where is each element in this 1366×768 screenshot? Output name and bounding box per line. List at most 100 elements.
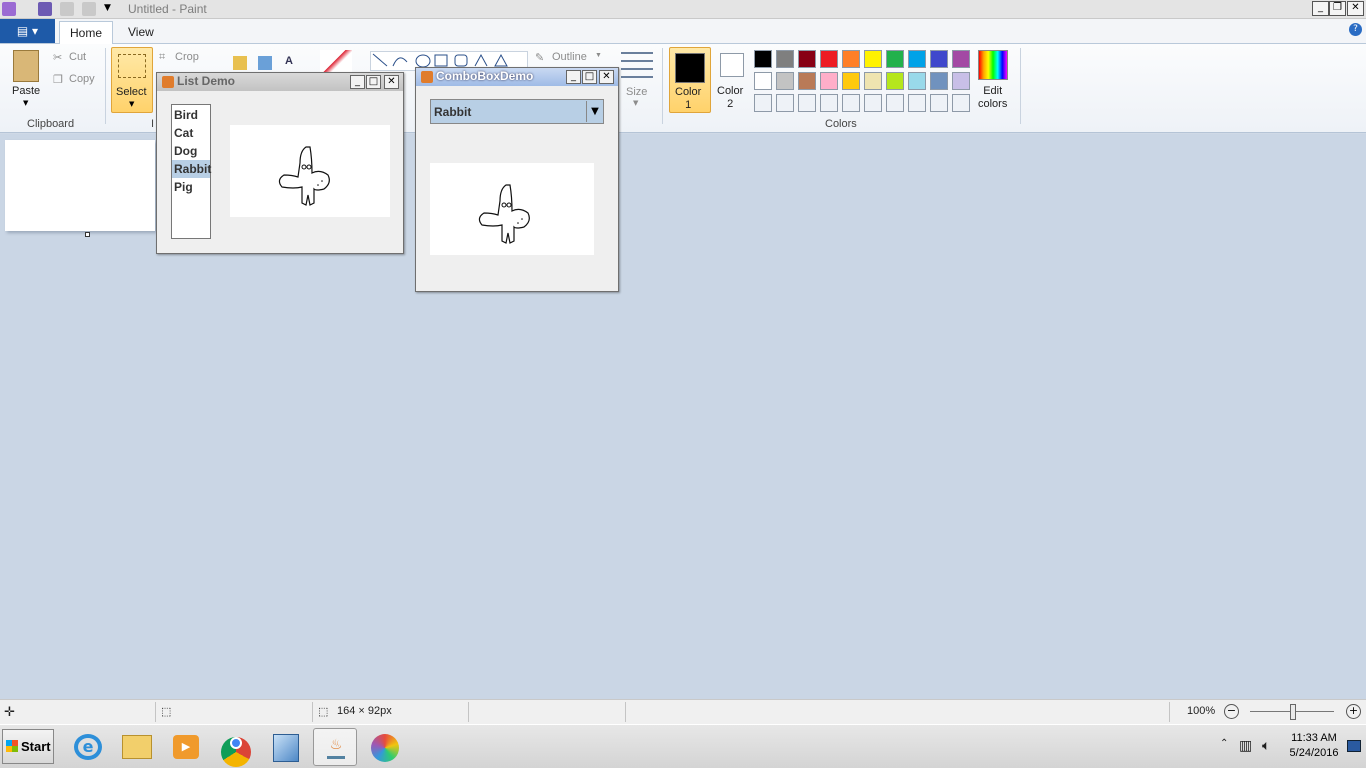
internet-explorer-icon[interactable]: e — [66, 728, 110, 766]
select-button[interactable]: Select ▼ — [111, 47, 153, 113]
combo-demo-close-button[interactable]: ✕ — [599, 70, 614, 84]
zoom-out-button[interactable]: − — [1224, 704, 1239, 719]
tab-view[interactable]: View — [118, 21, 164, 45]
palette-color-swatch[interactable] — [842, 72, 860, 90]
palette-color-swatch[interactable] — [908, 50, 926, 68]
palette-color-swatch[interactable] — [798, 50, 816, 68]
combo-demo-maximize-button[interactable]: □ — [582, 70, 597, 84]
chrome-icon[interactable] — [214, 728, 258, 767]
color2-label[interactable]: Color 2 — [717, 85, 743, 111]
paste-dropdown-icon[interactable]: ▼ — [23, 99, 28, 107]
undo-icon[interactable] — [60, 2, 74, 16]
show-hidden-icons[interactable]: ⌃ — [1220, 738, 1228, 749]
list-item[interactable]: Cat — [172, 124, 210, 142]
list-demo-minimize-button[interactable]: _ — [350, 75, 365, 89]
close-button[interactable]: ✕ — [1347, 1, 1364, 16]
save-icon[interactable] — [38, 2, 52, 16]
palette-color-swatch[interactable] — [798, 72, 816, 90]
paste-label[interactable]: Paste — [12, 85, 40, 97]
palette-color-swatch[interactable] — [820, 72, 838, 90]
animal-list[interactable]: Bird Cat Dog Rabbit Pig — [171, 104, 211, 239]
custom-color-slot[interactable] — [952, 94, 970, 112]
help-icon[interactable]: ? — [1349, 23, 1362, 36]
java-icon — [421, 71, 433, 83]
crop-button[interactable]: Crop — [175, 51, 199, 63]
color-palette — [754, 48, 974, 114]
list-item-selected[interactable]: Rabbit — [172, 160, 211, 178]
custom-color-slot[interactable] — [776, 94, 794, 112]
fill-icon[interactable] — [258, 56, 272, 70]
volume-icon[interactable]: 🔈︎ — [1262, 737, 1270, 754]
restore-button[interactable]: ❐ — [1329, 1, 1346, 16]
minimize-button[interactable]: _ — [1312, 1, 1329, 16]
list-item[interactable]: Bird — [172, 106, 210, 124]
palette-color-swatch[interactable] — [952, 72, 970, 90]
copy-button[interactable]: Copy — [69, 73, 95, 85]
tab-home[interactable]: Home — [59, 21, 114, 45]
paint-menu-button[interactable]: ▤ ▾ — [0, 19, 55, 43]
palette-color-swatch[interactable] — [776, 50, 794, 68]
status-divider — [1169, 702, 1170, 722]
palette-color-swatch[interactable] — [754, 72, 772, 90]
list-item[interactable]: Dog — [172, 142, 210, 160]
palette-color-swatch[interactable] — [930, 50, 948, 68]
list-item[interactable]: Pig — [172, 178, 210, 196]
combo-demo-minimize-button[interactable]: _ — [566, 70, 581, 84]
file-explorer-icon[interactable] — [115, 728, 159, 766]
palette-color-swatch[interactable] — [864, 50, 882, 68]
palette-color-swatch[interactable] — [952, 50, 970, 68]
list-demo-close-button[interactable]: ✕ — [384, 75, 399, 89]
network-icon[interactable]: ▥ — [1239, 737, 1252, 754]
palette-color-swatch[interactable] — [864, 72, 882, 90]
palette-color-swatch[interactable] — [776, 72, 794, 90]
palette-color-swatch[interactable] — [754, 50, 772, 68]
virtualbox-icon[interactable] — [264, 728, 308, 766]
drawing-canvas[interactable] — [5, 140, 155, 231]
customize-qat-icon[interactable]: ▼ — [104, 3, 111, 13]
text-tool-icon[interactable]: A — [285, 55, 293, 67]
paint-taskbar-icon[interactable] — [363, 728, 407, 766]
palette-color-swatch[interactable] — [820, 50, 838, 68]
system-clock[interactable]: 11:33 AM 5/24/2016 — [1288, 731, 1340, 761]
animal-combobox[interactable]: Rabbit ▼ — [430, 99, 604, 124]
custom-color-slot[interactable] — [820, 94, 838, 112]
cut-button[interactable]: Cut — [69, 51, 86, 63]
palette-color-swatch[interactable] — [842, 50, 860, 68]
rabbit-drawing — [478, 184, 530, 244]
start-button[interactable]: Start — [2, 729, 54, 764]
edit-colors-icon[interactable] — [978, 50, 1008, 80]
pencil-icon[interactable] — [233, 56, 247, 70]
custom-color-slot[interactable] — [842, 94, 860, 112]
image-group-label: I — [151, 118, 155, 130]
zoom-slider-thumb[interactable] — [1290, 704, 1296, 720]
canvas-resize-handle[interactable] — [85, 232, 90, 237]
color1-button[interactable]: Color 1 — [669, 47, 711, 113]
custom-color-slot[interactable] — [864, 94, 882, 112]
outline-button[interactable]: Outline — [552, 51, 587, 63]
palette-color-swatch[interactable] — [908, 72, 926, 90]
paint-app-icon[interactable] — [2, 2, 16, 16]
crop-icon: ⌗ — [159, 51, 166, 63]
media-player-icon[interactable]: ▶ — [164, 728, 208, 766]
edit-colors-label[interactable]: Edit colors — [978, 85, 1007, 111]
zoom-in-button[interactable]: + — [1346, 704, 1361, 719]
color2-swatch[interactable] — [720, 53, 744, 77]
size-label[interactable]: Size — [626, 86, 647, 98]
custom-color-slot[interactable] — [754, 94, 772, 112]
palette-color-swatch[interactable] — [886, 72, 904, 90]
window-title: Untitled - Paint — [128, 2, 207, 16]
brushes-icon[interactable] — [320, 50, 352, 74]
custom-color-slot[interactable] — [908, 94, 926, 112]
redo-icon[interactable] — [82, 2, 96, 16]
size-icon[interactable] — [621, 52, 653, 78]
java-taskbar-icon[interactable]: ♨ — [313, 728, 357, 766]
show-desktop-button[interactable] — [1347, 740, 1361, 752]
paste-icon[interactable] — [13, 50, 39, 82]
palette-color-swatch[interactable] — [930, 72, 948, 90]
list-demo-maximize-button[interactable]: □ — [366, 75, 381, 89]
palette-color-swatch[interactable] — [886, 50, 904, 68]
custom-color-slot[interactable] — [798, 94, 816, 112]
custom-color-slot[interactable] — [886, 94, 904, 112]
custom-color-slot[interactable] — [930, 94, 948, 112]
combobox-arrow-icon[interactable]: ▼ — [586, 101, 603, 122]
